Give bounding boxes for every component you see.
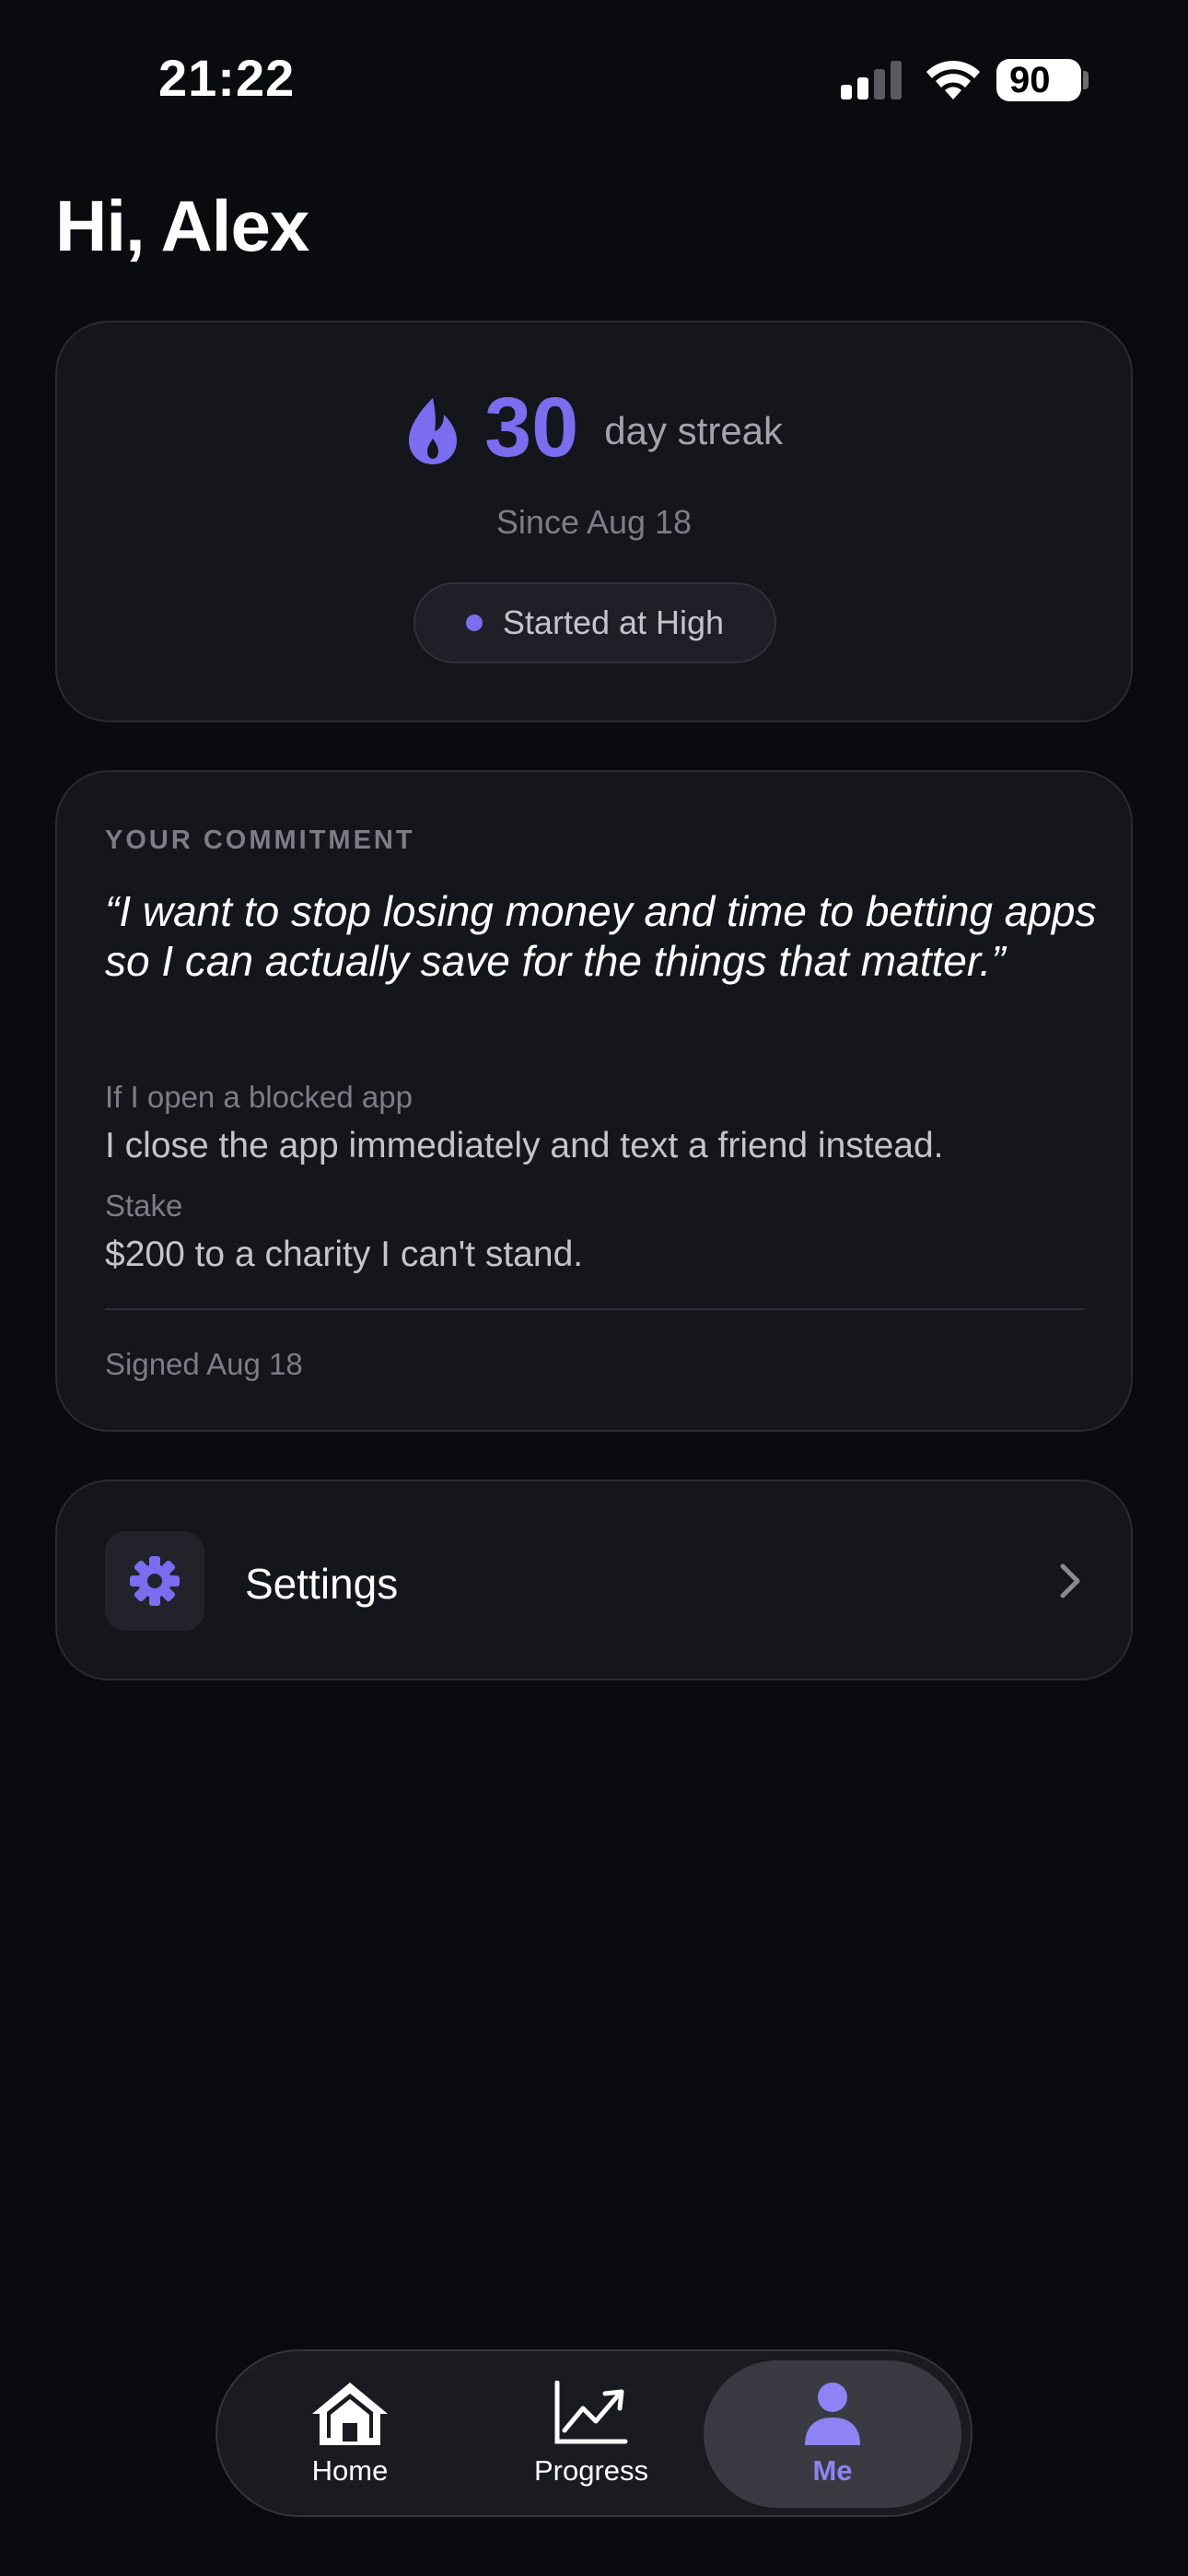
tab-bar: Home Progress Me — [215, 2349, 973, 2517]
tab-home-label: Home — [311, 2454, 389, 2487]
commitment-card: YOUR COMMITMENT “I want to stop losing m… — [55, 770, 1133, 1432]
status-time: 21:22 — [158, 49, 296, 107]
tab-home[interactable]: Home — [221, 2360, 479, 2508]
stake-label: Stake — [105, 1188, 183, 1223]
level-badge: Started at High — [413, 582, 776, 663]
streak-card: 30 day streak Since Aug 18 Started at Hi… — [55, 321, 1133, 722]
settings-label: Settings — [245, 1560, 399, 1608]
home-icon — [312, 2383, 388, 2445]
settings-icon-box — [105, 1531, 204, 1631]
settings-button[interactable]: Settings — [55, 1480, 1133, 1680]
battery-tip — [1083, 71, 1089, 89]
streak-label: day streak — [604, 408, 784, 452]
wifi-icon — [926, 60, 980, 100]
tab-me-label: Me — [812, 2454, 853, 2487]
cellular-signal-icon — [841, 61, 902, 100]
flame-icon — [408, 397, 457, 464]
person-icon — [805, 2383, 860, 2445]
level-badge-text: Started at High — [502, 603, 725, 641]
status-bar: 21:22 90 — [0, 0, 1188, 157]
tab-progress-label: Progress — [533, 2454, 649, 2487]
streak-count: 30 — [483, 381, 579, 474]
if-blocked-value: I close the app immediately and text a f… — [105, 1126, 944, 1165]
chevron-right-icon — [1060, 1563, 1080, 1598]
commitment-heading: YOUR COMMITMENT — [105, 825, 415, 855]
page-title: Hi, Alex — [55, 185, 309, 266]
signed-date: Signed Aug 18 — [105, 1347, 303, 1381]
if-blocked-label: If I open a blocked app — [105, 1080, 413, 1114]
commitment-divider — [105, 1308, 1085, 1310]
chart-icon — [554, 2381, 628, 2444]
battery-indicator: 90 — [996, 59, 1081, 101]
profile-screen: 21:22 90 Hi, Alex 30 day streak Since Au… — [0, 0, 1188, 2576]
stake-value: $200 to a charity I can't stand. — [105, 1235, 584, 1274]
streak-row: 30 day streak — [57, 380, 1131, 476]
tab-progress[interactable]: Progress — [462, 2360, 720, 2508]
commitment-quote: “I want to stop losing money and time to… — [105, 887, 1097, 985]
badge-dot-icon — [465, 615, 483, 631]
tab-me[interactable]: Me — [704, 2360, 961, 2508]
streak-since: Since Aug 18 — [495, 503, 693, 541]
gear-icon — [130, 1556, 180, 1606]
